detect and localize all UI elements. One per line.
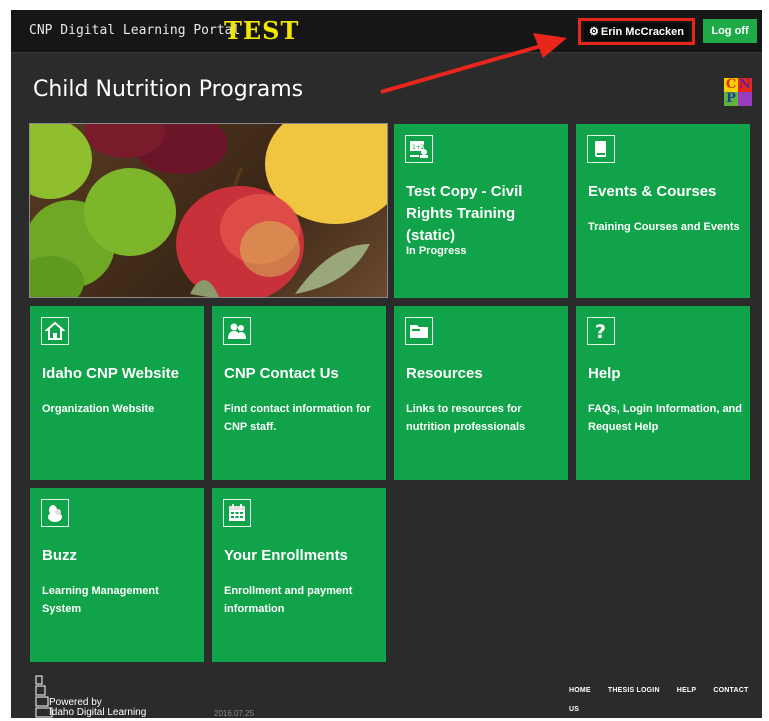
tile-help[interactable]: ? Help FAQs, Login Information, and Requ…: [576, 306, 750, 480]
tile-events-courses[interactable]: Events & Courses Training Courses and Ev…: [576, 124, 750, 298]
user-highlight-box: ⚙ Erin McCracken: [578, 18, 695, 45]
tile-title: Resources: [406, 365, 483, 382]
gear-icon: ⚙: [588, 26, 599, 38]
footer-link-help[interactable]: HELP: [677, 687, 696, 694]
tile-idaho-cnp-website[interactable]: Idaho CNP Website Organization Website: [30, 306, 204, 480]
calendar-icon: [223, 499, 251, 527]
people-icon: [223, 317, 251, 345]
fruit-hero-image: [29, 123, 388, 298]
tile-buzz[interactable]: Buzz Learning Management System: [30, 488, 204, 662]
classroom-icon: 1+2: [405, 135, 433, 163]
portal-title[interactable]: CNP Digital Learning Portal: [29, 23, 240, 38]
footer-link-home[interactable]: HOME: [569, 687, 591, 694]
cnp-logo: C N P: [724, 77, 752, 106]
tile-title: Idaho CNP Website: [42, 365, 179, 382]
tile-desc: Find contact information for CNP staff.: [224, 403, 371, 433]
buzz-icon: [41, 499, 69, 527]
tile-desc: Learning Management System: [42, 585, 159, 615]
fruit-illustration: [30, 124, 387, 297]
question-icon: ?: [587, 317, 615, 345]
page-title: Child Nutrition Programs: [33, 77, 304, 102]
portal-frame: CNP Digital Learning Portal TEST ⚙ Erin M…: [11, 10, 762, 718]
tile-desc: In Progress: [406, 245, 467, 257]
home-icon: [41, 317, 69, 345]
tile-desc: Training Courses and Events: [588, 221, 740, 233]
footer-link-thesis-login[interactable]: THESIS LOGIN: [608, 687, 660, 694]
svg-text:?: ?: [595, 321, 606, 341]
tile-title: Events & Courses: [588, 183, 717, 200]
powered-by-text: Powered by Idaho Digital Learning: [49, 697, 147, 718]
tile-title: Your Enrollments: [224, 547, 348, 564]
book-icon: [587, 135, 615, 163]
tile-title: CNP Contact Us: [224, 365, 339, 382]
tile-resources[interactable]: Resources Links to resources for nutriti…: [394, 306, 568, 480]
tile-title: Test Copy - Civil Rights Training (stati…: [406, 183, 523, 244]
tile-desc: Links to resources for nutrition profess…: [406, 403, 526, 433]
version-label: 2016.07.25: [214, 709, 255, 718]
tile-desc: FAQs, Login Information, and Request Hel…: [588, 403, 742, 433]
tile-your-enrollments[interactable]: Your Enrollments Enrollment and payment …: [212, 488, 386, 662]
footer-links: HOME THESIS LOGIN HELP CONTACT US: [569, 677, 762, 715]
tile-desc: Organization Website: [42, 403, 155, 415]
red-arrow-annotation: [380, 33, 567, 94]
tile-cnp-contact-us[interactable]: CNP Contact Us Find contact information …: [212, 306, 386, 480]
user-name: Erin McCracken: [600, 26, 685, 38]
test-environment-label: TEST: [224, 16, 300, 45]
user-menu-button[interactable]: ⚙ Erin McCracken: [584, 23, 689, 41]
tile-desc: Enrollment and payment information: [224, 585, 353, 615]
tile-title: Buzz: [42, 547, 77, 564]
tile-title: Help: [588, 365, 621, 382]
tile-civil-rights-training[interactable]: 1+2 Test Copy - Civil Rights Training (s…: [394, 124, 568, 298]
logoff-button[interactable]: Log off: [703, 19, 757, 43]
folder-icon: [405, 317, 433, 345]
